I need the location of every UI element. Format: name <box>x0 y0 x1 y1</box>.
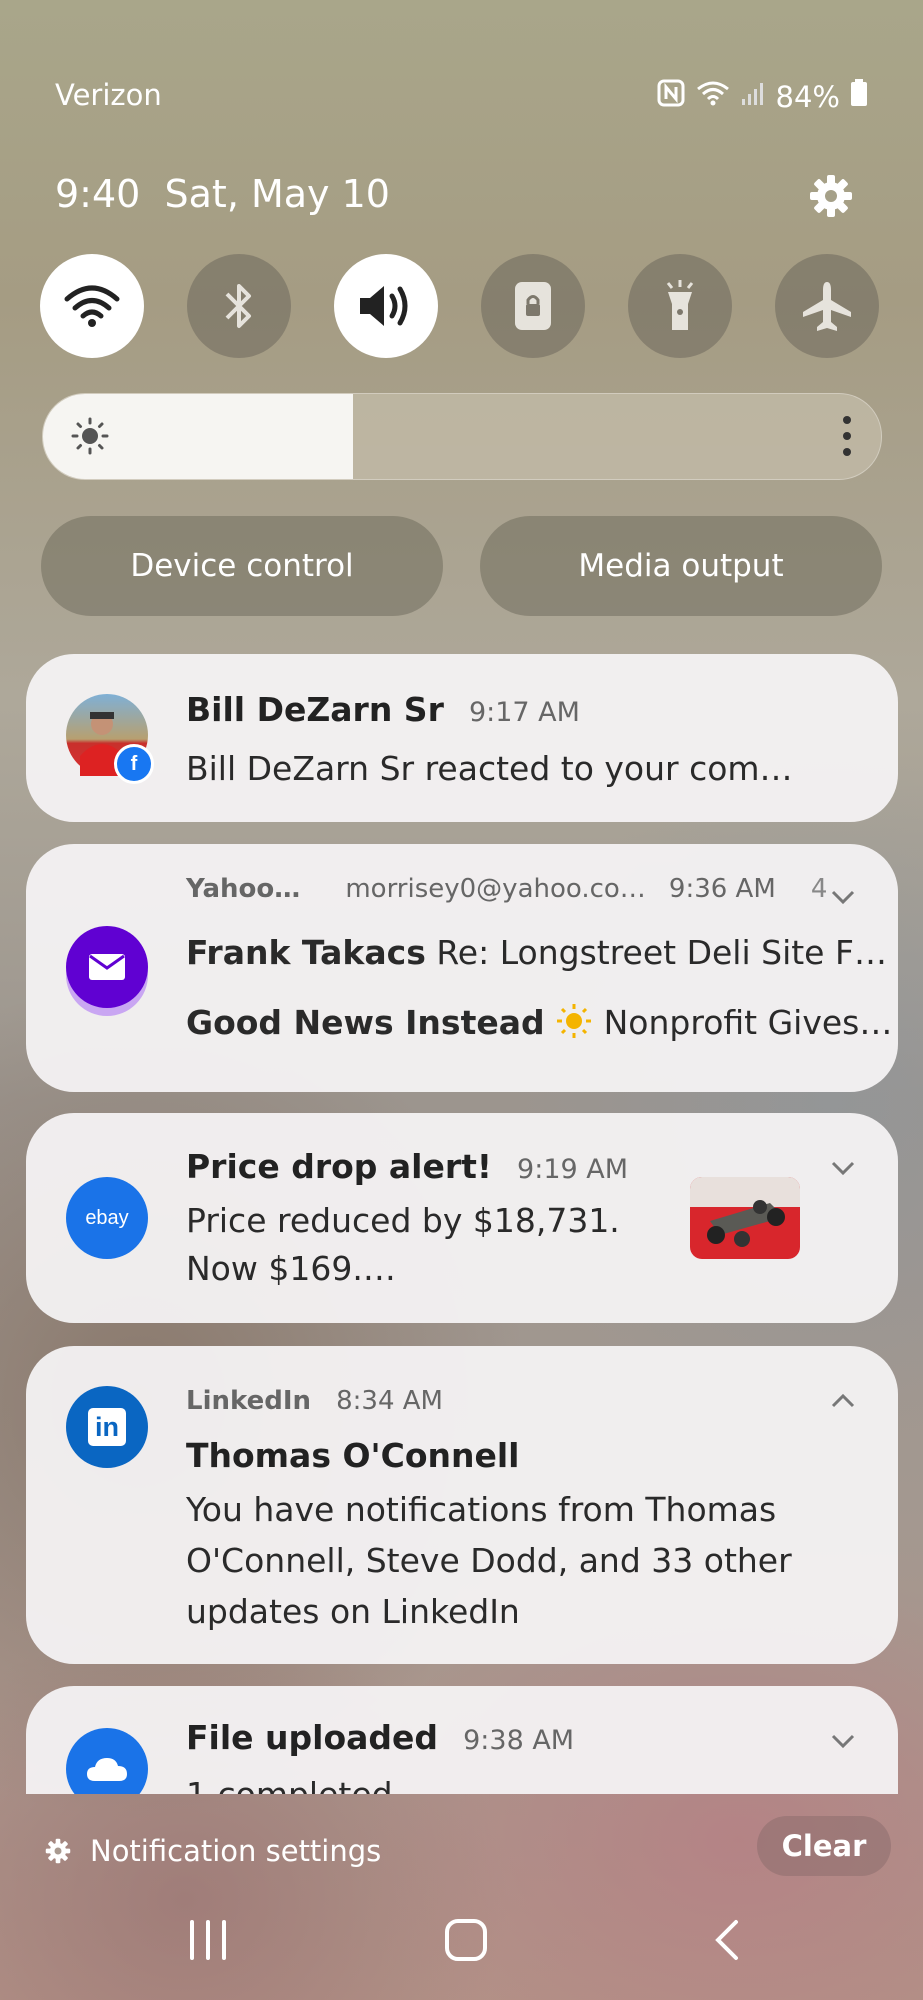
onedrive-app-icon <box>66 1728 148 1794</box>
notification-time: 8:34 AM <box>336 1386 443 1416</box>
sun-emoji-icon <box>555 1003 604 1042</box>
message-subject: Re: Longstreet Deli Site F… <box>436 933 887 972</box>
cloud-icon <box>87 1758 127 1781</box>
chevron-down-icon[interactable] <box>828 1726 858 1756</box>
message-subject: Nonprofit Gives… <box>603 1003 893 1042</box>
notification-count: 4 <box>810 874 828 904</box>
back-button[interactable] <box>710 1918 742 1966</box>
notification-settings-label: Notification settings <box>90 1834 382 1868</box>
notification-time: 9:38 AM <box>463 1725 575 1756</box>
chevron-up-icon[interactable] <box>828 1386 858 1416</box>
clock-time: 9:40 <box>55 172 141 216</box>
device-control-button[interactable]: Device control <box>41 516 443 616</box>
status-icons: 84% <box>656 78 868 115</box>
body-line: O'Connell, Steve Dodd, and 33 other <box>186 1541 792 1580</box>
media-output-button[interactable]: Media output <box>480 516 882 616</box>
notification-footer: Notification settings Clear <box>0 1790 923 1890</box>
bluetooth-toggle[interactable] <box>187 254 291 358</box>
clear-button[interactable]: Clear <box>757 1816 891 1876</box>
nfc-icon <box>656 78 686 115</box>
home-button[interactable] <box>444 1918 488 1966</box>
sender-name: Frank Takacs <box>186 933 426 972</box>
ebay-logo-text: ebay <box>85 1206 129 1229</box>
speaker-icon <box>360 286 408 326</box>
settings-gear-button[interactable] <box>807 172 855 220</box>
onedrive-notification[interactable]: File uploaded 9:38 AM 1 completed <box>26 1686 898 1794</box>
bluetooth-icon <box>225 284 251 328</box>
gear-icon <box>810 175 852 217</box>
notification-time: 9:17 AM <box>468 697 580 728</box>
datetime-header: 9:40 Sat, May 10 <box>55 172 390 216</box>
linkedin-notification[interactable]: in LinkedIn 8:34 AM Thomas O'Connell You… <box>26 1346 898 1664</box>
body-line: Now $169.… <box>186 1249 396 1288</box>
navigation-bar <box>0 1910 923 1970</box>
notification-body: Price reduced by $18,731. Now $169.… <box>186 1197 620 1293</box>
sender-name: Good News Instead <box>186 1003 545 1042</box>
sound-toggle[interactable] <box>334 254 438 358</box>
body-line: updates on LinkedIn <box>186 1592 520 1631</box>
ebay-app-icon: ebay <box>66 1177 148 1259</box>
envelope-icon <box>89 954 125 980</box>
notification-title: Price drop alert! <box>186 1147 492 1186</box>
notification-title: File uploaded <box>186 1718 439 1757</box>
message-row-1[interactable]: Frank Takacs Re: Longstreet Deli Site F… <box>186 928 887 978</box>
notification-time: 9:19 AM <box>517 1154 629 1185</box>
recent-apps-icon <box>190 1920 226 1960</box>
carrier-name: Verizon <box>55 78 162 112</box>
battery-percent: 84% <box>775 79 840 114</box>
back-arrow-icon <box>715 1920 738 1960</box>
lock-icon <box>515 282 551 330</box>
wifi-icon <box>64 285 120 327</box>
gear-icon <box>45 1838 71 1864</box>
battery-icon <box>850 79 868 114</box>
airplane-icon <box>803 282 851 331</box>
notification-title: Thomas O'Connell <box>186 1436 520 1475</box>
notification-time: 9:36 AM <box>668 874 776 904</box>
wifi-toggle[interactable] <box>40 254 144 358</box>
ebay-notification[interactable]: ebay Price drop alert! 9:19 AM Price red… <box>26 1113 898 1323</box>
app-name: Yahoo… <box>186 874 301 904</box>
status-bar: Verizon 84% <box>55 60 868 114</box>
brightness-icon <box>71 417 109 455</box>
recent-apps-button[interactable] <box>186 1918 230 1966</box>
notification-title: Bill DeZarn Sr <box>186 690 444 729</box>
facebook-badge-icon: f <box>114 744 154 784</box>
message-row-2[interactable]: Good News Instead Nonprofit Gives… <box>186 998 892 1048</box>
date-text: Sat, May 10 <box>164 172 390 216</box>
wifi-status-icon <box>696 79 730 114</box>
quick-settings-row <box>40 254 880 358</box>
product-thumbnail <box>690 1177 800 1259</box>
notification-settings-button[interactable]: Notification settings <box>44 1834 381 1868</box>
signal-icon <box>740 80 766 114</box>
rc-car-image-icon <box>690 1177 800 1247</box>
linkedin-app-icon: in <box>66 1386 148 1468</box>
flashlight-toggle[interactable] <box>628 254 732 358</box>
flashlight-icon <box>666 280 694 330</box>
yahoo-mail-app-icon <box>66 926 148 1008</box>
app-name: LinkedIn <box>186 1386 312 1416</box>
notification-body: Bill DeZarn Sr reacted to your com… <box>186 749 793 788</box>
chevron-down-icon[interactable] <box>828 882 858 912</box>
notification-body: You have notifications from Thomas O'Con… <box>186 1484 792 1637</box>
account-email: morrisey0@yahoo.co… <box>345 874 646 904</box>
rotation-lock-toggle[interactable] <box>481 254 585 358</box>
body-line: You have notifications from Thomas <box>186 1490 777 1529</box>
notification-list-clip: File uploaded 9:38 AM 1 completed <box>0 1686 923 1794</box>
airplane-mode-toggle[interactable] <box>775 254 879 358</box>
chevron-down-icon[interactable] <box>828 1153 858 1183</box>
body-line: Price reduced by $18,731. <box>186 1201 620 1240</box>
brightness-slider[interactable] <box>42 393 882 480</box>
facebook-notification[interactable]: f Bill DeZarn Sr 9:17 AM Bill DeZarn Sr … <box>26 654 898 822</box>
home-icon <box>445 1919 487 1961</box>
yahoo-mail-notification[interactable]: Yahoo… morrisey0@yahoo.co… 9:36 AM 4 Fra… <box>26 844 898 1092</box>
more-options-icon[interactable] <box>843 416 851 464</box>
